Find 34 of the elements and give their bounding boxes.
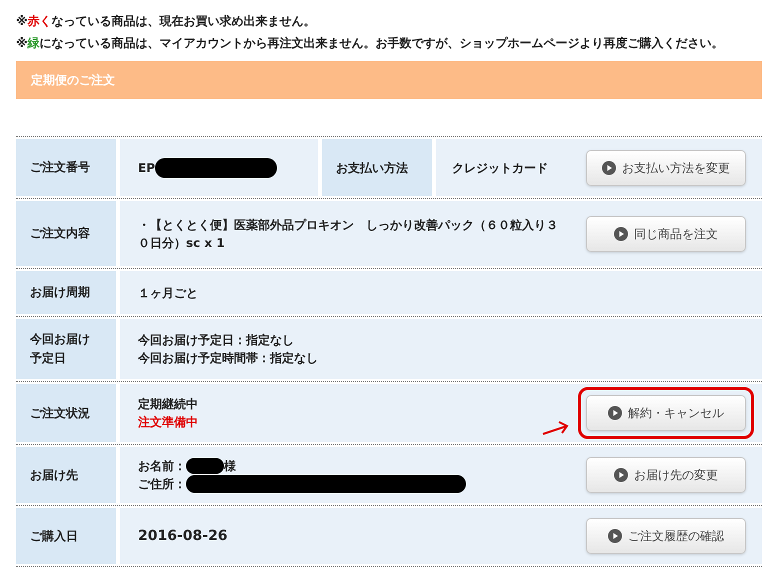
play-icon [608, 406, 622, 420]
row-label: お届け周期 [16, 271, 116, 314]
row-label: お支払い方法 [322, 139, 432, 196]
row-value: 定期継続中 [138, 396, 198, 413]
notice-text: ※緑になっている商品は、マイアカウントから再注文出来ません。お手数ですが、ショップホームページより再度ご購入ください。 [16, 35, 725, 52]
row-label: ご注文状況 [16, 384, 116, 442]
row-value: １ヶ月ごと [138, 284, 198, 302]
row-value: 今回お届け予定日：指定なし [138, 332, 294, 349]
row-value: お名前： [138, 458, 186, 475]
row-label: お届け先 [16, 447, 116, 503]
row-label: 今回お届け予定日 [16, 319, 116, 379]
section-title: 定期便のご注文 [31, 72, 115, 89]
play-icon [614, 468, 628, 482]
action-button[interactable]: お支払い方法を変更 [586, 150, 746, 186]
row-value: ・【とくとく便】医薬部外品プロキオン しっかり改善パック（６０粒入り３０日分）sc x 1 [138, 216, 558, 252]
row-label: ご注文番号 [16, 139, 116, 196]
action-button[interactable]: ご注文履歴の確認 [586, 518, 746, 554]
arrow-icon [541, 420, 571, 438]
row-value: 2016-08-26 [138, 527, 228, 545]
cancel-button[interactable]: 解約・キャンセル [586, 395, 746, 431]
notice-text: ※赤く なっている商品は、現在お買い求め出来ません。 [16, 13, 317, 30]
action-button[interactable]: お届け先の変更 [586, 457, 746, 493]
row-value: クレジットカード [452, 160, 548, 176]
row-value: 今回お届け予定時間帯：指定なし [138, 350, 318, 367]
row-value: EP [138, 160, 155, 176]
row-value: ご住所： [138, 476, 186, 493]
row-value: 注文準備中 [138, 414, 198, 431]
action-button[interactable]: 同じ商品を注文 [586, 216, 746, 252]
play-icon [608, 529, 622, 543]
row-label: ご購入日 [16, 508, 116, 564]
row-label: ご注文内容 [16, 201, 116, 266]
row-value: 様 [224, 458, 236, 475]
play-icon [614, 226, 628, 240]
play-icon [602, 160, 616, 174]
